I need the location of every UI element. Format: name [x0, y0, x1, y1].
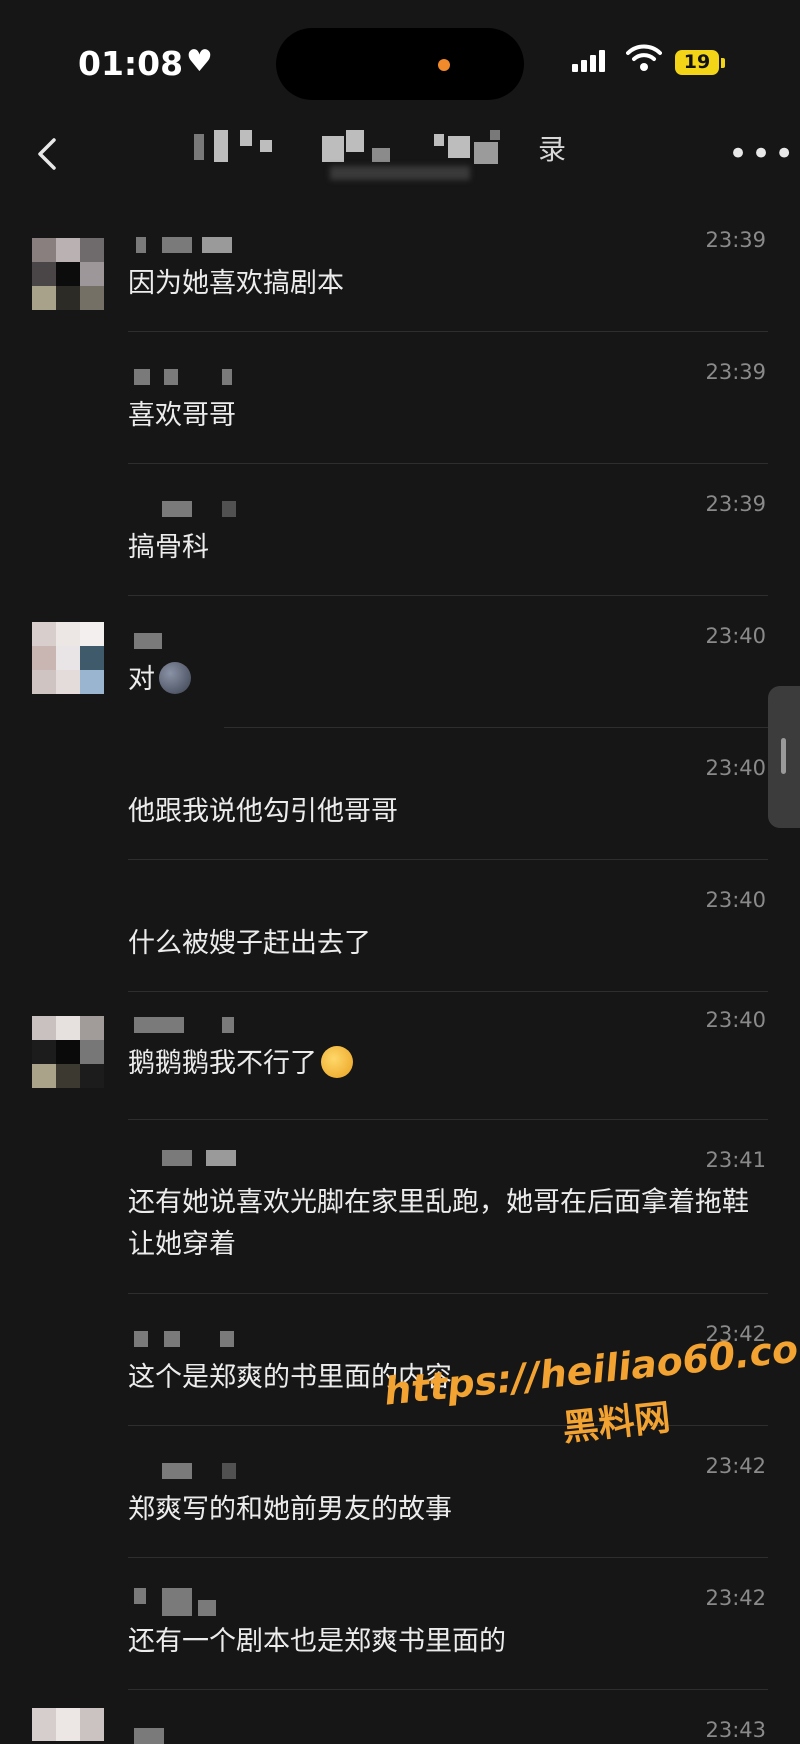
- sender-name-redacted: [128, 501, 248, 517]
- sender-name-redacted: [128, 369, 248, 385]
- message-text: 对: [128, 659, 768, 701]
- avatar[interactable]: [32, 622, 104, 694]
- rolling-laughing-emoji-icon: [321, 1046, 353, 1078]
- status-time: 01:08: [78, 44, 184, 83]
- message-text: 还有她说喜欢光脚在家里乱跑，她哥在后面拿着拖鞋让她穿着: [128, 1187, 749, 1260]
- recording-indicator-icon: [438, 59, 450, 71]
- message-time: 23:42: [705, 1454, 766, 1478]
- battery-icon: 19: [675, 50, 719, 75]
- avatar[interactable]: [32, 1016, 104, 1088]
- message-text: 喜欢哥哥: [128, 400, 236, 431]
- message-time: 23:40: [705, 888, 766, 912]
- sender-name-redacted: [128, 1728, 248, 1744]
- sender-name-redacted: [128, 1331, 248, 1347]
- message-text-content: 鹅鹅鹅我不行了: [128, 1048, 317, 1079]
- message-text: 郑爽写的和她前男友的故事: [128, 1494, 452, 1525]
- dynamic-island: [276, 28, 524, 100]
- avatar[interactable]: [32, 238, 104, 310]
- chat-title-tail: 录: [538, 133, 567, 166]
- message-time: 23:40: [705, 1008, 766, 1032]
- sender-name-redacted: [128, 237, 248, 253]
- message-text: 他跟我说他勾引他哥哥: [128, 796, 398, 827]
- message-item[interactable]: 23:40 对: [0, 596, 800, 728]
- message-text: 还有一个剧本也是郑爽书里面的: [128, 1626, 506, 1657]
- status-bar: 01:08 ♥ 19: [0, 0, 800, 120]
- message-text: 搞骨科: [128, 532, 209, 563]
- message-item[interactable]: 23:43: [0, 1690, 800, 1744]
- message-time: 23:39: [705, 492, 766, 516]
- avatar[interactable]: [32, 1708, 104, 1741]
- scrollbar-handle[interactable]: [768, 686, 800, 828]
- chat-header: 录 •••: [0, 120, 800, 200]
- message-text: 因为她喜欢搞剧本: [128, 268, 344, 299]
- message-item[interactable]: 23:40 鹅鹅鹅我不行了: [0, 992, 800, 1120]
- back-arrow-icon[interactable]: [28, 134, 68, 174]
- message-time: 23:40: [705, 624, 766, 648]
- message-item[interactable]: 23:39 因为她喜欢搞剧本: [0, 200, 800, 332]
- message-time: 23:42: [705, 1586, 766, 1610]
- cellular-signal-icon: [572, 48, 612, 72]
- message-time: 23:43: [705, 1718, 766, 1742]
- sender-name-redacted: [128, 1463, 248, 1479]
- sender-name-redacted: [128, 1588, 248, 1618]
- message-time: 23:41: [705, 1148, 766, 1172]
- sender-name-redacted: [128, 1017, 248, 1033]
- sender-name-redacted: [128, 633, 248, 649]
- sender-name-redacted: [128, 1150, 248, 1166]
- message-item[interactable]: 23:40 他跟我说他勾引他哥哥: [0, 728, 800, 860]
- message-time: 23:39: [705, 228, 766, 252]
- chat-subtitle-redacted: [330, 166, 470, 180]
- wifi-icon: [626, 44, 662, 71]
- message-time: 23:40: [705, 756, 766, 780]
- more-options-icon[interactable]: •••: [728, 134, 797, 174]
- message-item[interactable]: 23:41 还有她说喜欢光脚在家里乱跑，她哥在后面拿着拖鞋让她穿着: [0, 1120, 800, 1294]
- message-item[interactable]: 23:42 还有一个剧本也是郑爽书里面的: [0, 1558, 800, 1690]
- message-text: 鹅鹅鹅我不行了: [128, 1043, 768, 1085]
- new-moon-face-emoji-icon: [159, 662, 191, 694]
- heart-icon: ♥: [186, 44, 213, 79]
- message-text: 什么被嫂子赶出去了: [128, 928, 371, 959]
- message-time: 23:39: [705, 360, 766, 384]
- message-text-content: 对: [128, 664, 155, 695]
- message-item[interactable]: 23:39 喜欢哥哥: [0, 332, 800, 464]
- message-item[interactable]: 23:40 什么被嫂子赶出去了: [0, 860, 800, 992]
- battery-tip: [721, 58, 725, 68]
- message-item[interactable]: 23:39 搞骨科: [0, 464, 800, 596]
